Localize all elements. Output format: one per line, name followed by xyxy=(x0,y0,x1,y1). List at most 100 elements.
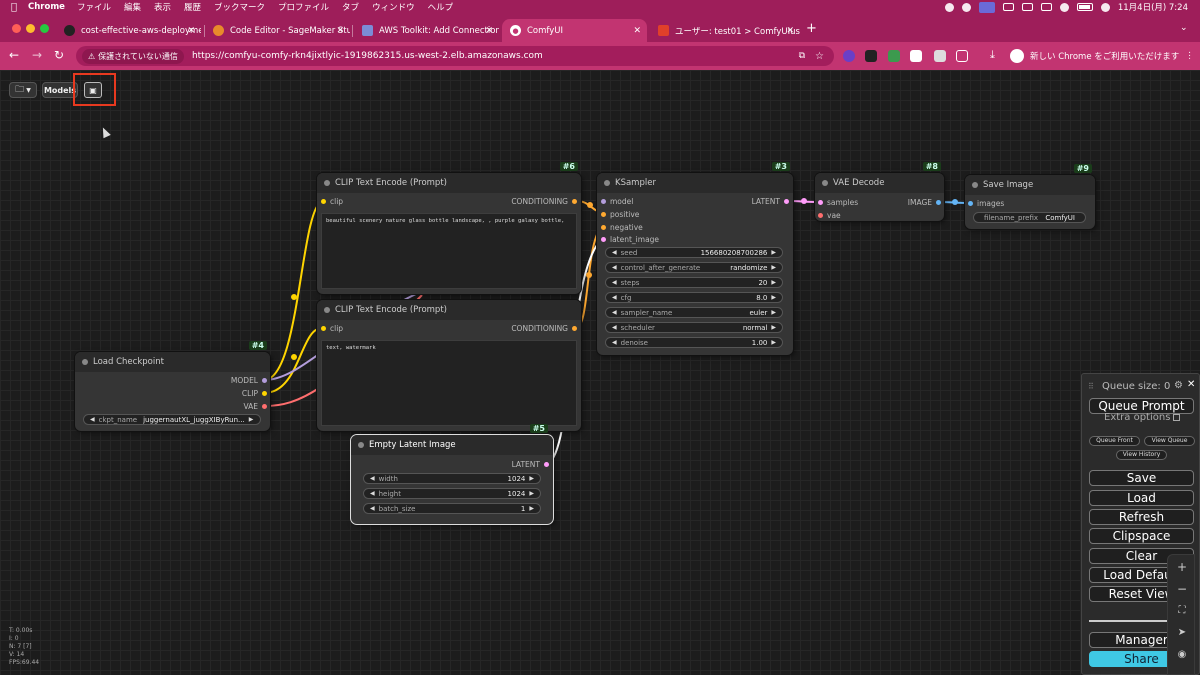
menu-profiles[interactable]: プロファイル xyxy=(278,1,329,13)
slot-pin-icon[interactable] xyxy=(936,200,941,205)
wifi-icon[interactable] xyxy=(1059,2,1069,12)
widget-sampler-name[interactable]: ◀ sampler_name euler ▶ xyxy=(605,307,783,318)
workflow-folder-button[interactable]: 🗀 ▼ xyxy=(9,82,37,98)
node-title[interactable]: Empty Latent Image xyxy=(351,435,553,455)
avatar[interactable] xyxy=(1010,49,1024,63)
decrement-icon[interactable]: ◀ xyxy=(612,294,617,301)
more-menu-icon[interactable]: ⋮ xyxy=(1185,51,1194,61)
slot-pin-icon[interactable] xyxy=(601,225,606,230)
node-clip-text-encode-positive[interactable]: #6 CLIP Text Encode (Prompt) clip CONDIT… xyxy=(317,162,581,294)
drag-handle-icon[interactable]: ⠿ xyxy=(1088,382,1094,391)
slot-pin-icon[interactable] xyxy=(321,199,326,204)
view-history-button[interactable]: View History xyxy=(1116,450,1167,460)
output-slot-clip[interactable]: CLIP xyxy=(242,389,268,398)
new-tab-button[interactable]: + xyxy=(806,21,817,36)
fit-view-icon[interactable]: ⛶ xyxy=(1168,601,1196,621)
extension-icon-2[interactable] xyxy=(865,50,877,62)
decrement-icon[interactable]: ◀ xyxy=(370,505,375,512)
node-title[interactable]: VAE Decode xyxy=(815,173,944,193)
control-center-icon[interactable] xyxy=(1100,2,1110,12)
widget-seed[interactable]: ◀ seed 156680208700286 ▶ xyxy=(605,247,783,258)
extensions-puzzle-icon[interactable] xyxy=(956,50,968,62)
bookmark-star-icon[interactable]: ☆ xyxy=(815,51,824,62)
menu-edit[interactable]: 編集 xyxy=(124,1,141,13)
slot-pin-icon[interactable] xyxy=(601,212,606,217)
menu-history[interactable]: 履歴 xyxy=(184,1,201,13)
battery-icon[interactable] xyxy=(1076,3,1093,11)
increment-icon[interactable]: ▶ xyxy=(771,279,776,286)
decrement-icon[interactable]: ◀ xyxy=(612,309,617,316)
tab-cognito-user[interactable]: ユーザー: test01 > ComfyUIus ✕ xyxy=(650,19,800,42)
close-icon[interactable]: ✕ xyxy=(786,26,794,36)
input-slot-samples[interactable]: samples xyxy=(817,198,858,207)
slot-pin-icon[interactable] xyxy=(572,326,577,331)
output-slot-latent[interactable]: LATENT xyxy=(752,197,790,206)
save-button[interactable]: Save xyxy=(1089,470,1194,486)
prompt-text-input[interactable]: beautiful scenery nature glass bottle la… xyxy=(321,213,577,289)
slot-pin-icon[interactable] xyxy=(262,391,267,396)
tab-comfyui[interactable]: ● ComfyUI ✕ xyxy=(502,19,647,42)
minimize-window-button[interactable] xyxy=(26,24,35,33)
node-title[interactable]: KSampler xyxy=(597,173,793,193)
screen-share-icon[interactable] xyxy=(978,1,995,13)
security-warning[interactable]: ⚠ 保護されていない通信 xyxy=(82,48,184,64)
extension-icon-5[interactable] xyxy=(934,50,946,62)
decrement-icon[interactable]: ◀ xyxy=(612,264,617,271)
node-title[interactable]: Load Checkpoint xyxy=(75,352,270,372)
decrement-icon[interactable]: ◀ xyxy=(612,249,617,256)
increment-icon[interactable]: ▶ xyxy=(529,505,534,512)
widget-width[interactable]: ◀ width 1024 ▶ xyxy=(363,473,541,484)
increment-icon[interactable]: ▶ xyxy=(771,324,776,331)
input-slot-model[interactable]: model xyxy=(600,197,633,206)
graph-canvas[interactable]: 🗀 ▼ Models ▣ #6 CLIP Text Encode (Prompt)… xyxy=(0,70,1200,675)
widget-filename-prefix[interactable]: filename_prefix ComfyUI xyxy=(973,212,1086,223)
tab-aws-toolkit[interactable]: AWS Toolkit: Add Connection ✕ xyxy=(354,19,499,42)
close-window-button[interactable] xyxy=(12,24,21,33)
output-slot-vae[interactable]: VAE xyxy=(243,402,268,411)
chrome-update-promo[interactable]: 新しい Chrome をご利用いただけます ⋮ xyxy=(1010,47,1194,65)
output-slot-latent[interactable]: LATENT xyxy=(512,460,550,469)
widget-ckpt-name[interactable]: ◀ ckpt_name juggernautXL_juggXIByRun... ▶ xyxy=(83,414,261,425)
queue-front-button[interactable]: Queue Front xyxy=(1089,436,1140,446)
node-title[interactable]: CLIP Text Encode (Prompt) xyxy=(317,300,581,320)
display-icon[interactable] xyxy=(1002,3,1014,11)
tab-github[interactable]: cost-effective-aws-deployme ✕ xyxy=(56,19,201,42)
widget-batch-size[interactable]: ◀ batch_size 1 ▶ xyxy=(363,503,541,514)
zoom-out-icon[interactable]: − xyxy=(1168,579,1196,599)
close-icon[interactable]: ✕ xyxy=(485,26,493,36)
decrement-icon[interactable]: ◀ xyxy=(370,490,375,497)
menu-help[interactable]: ヘルプ xyxy=(428,1,454,13)
keyboard-icon[interactable] xyxy=(1021,3,1033,11)
output-slot-conditioning[interactable]: CONDITIONING xyxy=(511,197,578,206)
menu-window[interactable]: ウィンドウ xyxy=(372,1,415,13)
increment-icon[interactable]: ▶ xyxy=(249,416,254,423)
decrement-icon[interactable]: ◀ xyxy=(370,475,375,482)
extra-options-checkbox[interactable] xyxy=(1173,414,1181,421)
eye-icon[interactable]: ◉ xyxy=(1168,645,1196,665)
input-slot-negative[interactable]: negative xyxy=(600,223,643,232)
refresh-button[interactable]: Refresh xyxy=(1089,509,1194,525)
extension-icon-4[interactable] xyxy=(910,50,922,62)
input-slot-positive[interactable]: positive xyxy=(600,210,639,219)
node-save-image[interactable]: #9 Save Image images filename_prefix Comf… xyxy=(965,164,1095,229)
increment-icon[interactable]: ▶ xyxy=(771,249,776,256)
node-title[interactable]: CLIP Text Encode (Prompt) xyxy=(317,173,581,193)
close-icon[interactable]: ✕ xyxy=(187,26,195,36)
output-slot-model[interactable]: MODEL xyxy=(231,376,268,385)
menu-bookmarks[interactable]: ブックマーク xyxy=(214,1,265,13)
input-slot-latent-image[interactable]: latent_image xyxy=(600,235,659,244)
slot-pin-icon[interactable] xyxy=(321,326,326,331)
gear-icon[interactable]: ⚙ xyxy=(1174,380,1183,391)
back-icon[interactable]: ← xyxy=(9,48,19,62)
send-icon[interactable]: ➤ xyxy=(1168,623,1196,643)
increment-icon[interactable]: ▶ xyxy=(771,309,776,316)
widget-height[interactable]: ◀ height 1024 ▶ xyxy=(363,488,541,499)
menu-tab[interactable]: タブ xyxy=(342,1,359,13)
extension-icon-1[interactable] xyxy=(843,50,855,62)
widget-cfg[interactable]: ◀ cfg 8.0 ▶ xyxy=(605,292,783,303)
zoom-in-icon[interactable]: + xyxy=(1168,557,1196,577)
forward-icon[interactable]: → xyxy=(32,48,42,62)
app-name[interactable]: Chrome xyxy=(28,2,65,12)
increment-icon[interactable]: ▶ xyxy=(529,475,534,482)
slot-pin-icon[interactable] xyxy=(601,237,606,242)
